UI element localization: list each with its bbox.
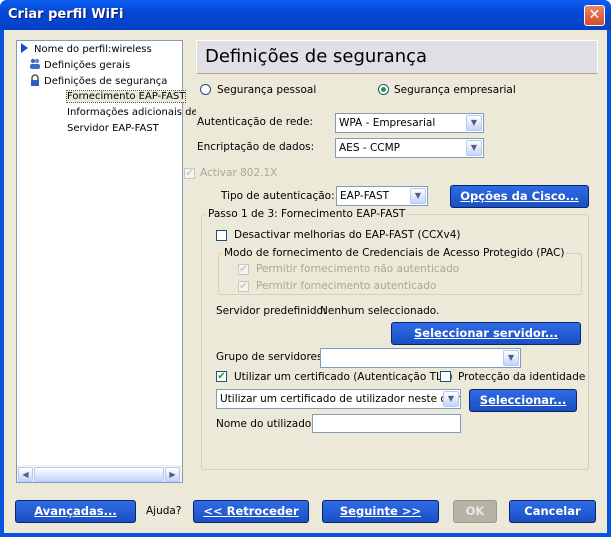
- ok-button[interactable]: OK: [453, 500, 497, 523]
- chevron-down-icon[interactable]: ▼: [466, 140, 482, 156]
- allow-unauth-label: Permitir fornecimento não autenticado: [256, 263, 460, 275]
- allow-auth-checkbox[interactable]: ✔: [238, 281, 249, 292]
- chevron-down-icon[interactable]: ▼: [503, 350, 519, 366]
- data-encryption-label: Encriptação de dados:: [197, 141, 315, 153]
- users-icon: [29, 58, 41, 70]
- identity-protection-checkbox[interactable]: [440, 371, 451, 382]
- close-button[interactable]: ✕: [584, 5, 605, 26]
- tree-horizontal-scrollbar[interactable]: ◀ ▶: [17, 465, 182, 482]
- allow-auth-label: Permitir fornecimento autenticado: [256, 280, 437, 292]
- radio-enterprise-label: Segurança empresarial: [394, 84, 516, 96]
- radio-personal-security[interactable]: [200, 84, 211, 95]
- use-certificate-label: Utilizar um certificado (Autenticação TL…: [234, 371, 453, 383]
- default-server-label: Servidor predefinido:: [216, 305, 327, 317]
- chevron-down-icon[interactable]: ▼: [410, 188, 426, 204]
- username-input[interactable]: [312, 414, 461, 433]
- certificate-source-select[interactable]: Utilizar um certificado de utilizador ne…: [216, 389, 461, 409]
- allow-unauth-checkbox[interactable]: ✔: [238, 264, 249, 275]
- title-bar[interactable]: Criar perfil WiFi ✕: [0, 0, 611, 30]
- scroll-thumb[interactable]: [34, 467, 164, 482]
- server-group-select[interactable]: ▼: [320, 348, 521, 368]
- step-group-label: Passo 1 de 3: Fornecimento EAP-FAST: [206, 208, 408, 220]
- tree-item-additional-info[interactable]: Informações adicionais de: [67, 106, 198, 120]
- tree-item-general-settings[interactable]: Definições gerais: [29, 58, 130, 72]
- disable-ccx-label: Desactivar melhorias do EAP-FAST (CCXv4): [234, 229, 461, 241]
- help-link[interactable]: Ajuda?: [146, 505, 181, 517]
- use-certificate-checkbox[interactable]: ✔: [216, 371, 227, 382]
- tree-item-profile-name[interactable]: Nome do perfil:wireless: [19, 42, 152, 56]
- select-certificate-button[interactable]: Seleccionar...: [469, 389, 577, 412]
- activate-8021x-checkbox[interactable]: ✔: [184, 168, 195, 179]
- tree-item-eap-fast-server[interactable]: Servidor EAP-FAST: [67, 122, 159, 136]
- data-encryption-select[interactable]: AES - CCMP ▼: [335, 138, 484, 158]
- back-button[interactable]: << Retroceder: [193, 500, 309, 523]
- pac-group-label: Modo de fornecimento de Credenciais de A…: [222, 247, 567, 259]
- default-server-value: Nenhum seleccionado.: [320, 305, 440, 317]
- next-button[interactable]: Seguinte >>: [322, 500, 439, 523]
- tree-item-security-settings[interactable]: Definições de segurança: [29, 74, 167, 88]
- scroll-right-icon[interactable]: ▶: [165, 467, 180, 482]
- network-auth-select[interactable]: WPA - Empresarial ▼: [335, 113, 484, 133]
- panel-header: Definições de segurança: [196, 40, 598, 74]
- scroll-left-icon[interactable]: ◀: [18, 467, 33, 482]
- wireless-icon: [19, 42, 31, 54]
- auth-type-select[interactable]: EAP-FAST ▼: [336, 186, 428, 206]
- radio-personal-label: Segurança pessoal: [217, 84, 317, 96]
- disable-ccx-checkbox[interactable]: [216, 230, 227, 241]
- chevron-down-icon[interactable]: ▼: [443, 391, 459, 407]
- tree-item-eap-fast-provisioning[interactable]: Fornecimento EAP-FAST: [65, 90, 187, 104]
- cisco-options-button[interactable]: Opções da Cisco...: [450, 185, 589, 208]
- select-server-button[interactable]: Seleccionar servidor...: [391, 322, 581, 345]
- activate-8021x-label: Activar 802.1X: [200, 167, 278, 179]
- wifi-profile-window: Criar perfil WiFi ✕ Nome do perfil:wirel…: [0, 0, 611, 537]
- window-title: Criar perfil WiFi: [8, 7, 124, 22]
- network-auth-label: Autenticação de rede:: [197, 116, 313, 128]
- chevron-down-icon[interactable]: ▼: [466, 115, 482, 131]
- dialog-client-area: Nome do perfil:wireless Definições gerai…: [4, 30, 607, 533]
- username-label: Nome do utilizador:: [216, 418, 319, 430]
- server-group-label: Grupo de servidores:: [216, 351, 327, 363]
- lock-icon: [29, 74, 41, 86]
- radio-enterprise-security[interactable]: [378, 84, 389, 95]
- cancel-button[interactable]: Cancelar: [509, 500, 596, 523]
- identity-protection-label: Protecção da identidade: [458, 371, 586, 383]
- security-settings-panel: Definições de segurança Segurança pessoa…: [184, 40, 598, 470]
- page-title: Definições de segurança: [205, 46, 428, 67]
- auth-type-label: Tipo de autenticação:: [221, 190, 335, 202]
- advanced-button[interactable]: Avançadas...: [15, 500, 136, 523]
- navigation-tree: Nome do perfil:wireless Definições gerai…: [16, 40, 198, 483]
